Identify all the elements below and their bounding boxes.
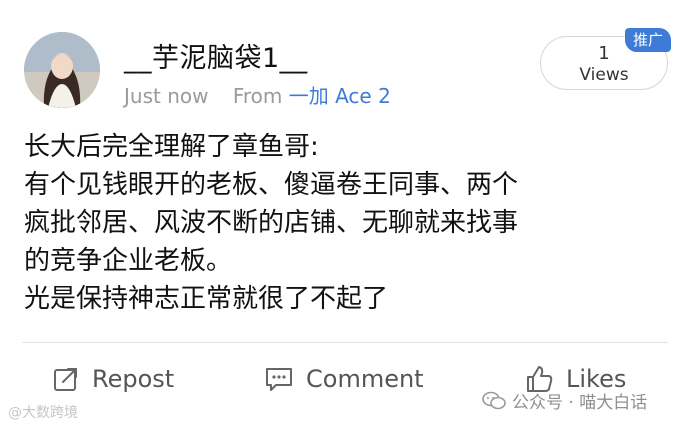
username[interactable]: __芋泥脑袋1__ — [124, 36, 308, 75]
post-meta: Just now From 一加 Ace 2 — [124, 80, 391, 109]
content-line: 光是保持神志正常就很了不起了 — [24, 284, 389, 314]
repost-button[interactable]: Repost — [52, 362, 174, 396]
content-line: 有个见钱眼开的老板、傻逼卷王同事、两个 — [24, 170, 519, 200]
promo-badge: 推广 — [625, 28, 671, 52]
watermark-right-text: 公众号 · 喵大白话 — [512, 393, 648, 413]
post-time: Just now — [124, 84, 209, 108]
comment-label: Comment — [306, 365, 424, 393]
comment-button[interactable]: Comment — [264, 362, 424, 396]
content-line: 疯批邻居、风波不断的店铺、无聊就来找事 — [24, 208, 519, 238]
from-label: From — [232, 84, 283, 108]
repost-icon — [54, 368, 77, 391]
repost-label: Repost — [92, 365, 175, 393]
watermark-left: @大数跨境 — [8, 405, 78, 421]
content-line: 长大后完全理解了章鱼哥: — [24, 132, 319, 162]
wechat-icon — [482, 391, 506, 409]
post-content: 长大后完全理解了章鱼哥: 有个见钱眼开的老板、傻逼卷王同事、两个 疯批邻居、风波… — [24, 128, 664, 318]
comment-icon — [266, 368, 292, 391]
watermark-right: 公众号 · 喵大白话 — [482, 388, 647, 413]
avatar-image — [24, 32, 100, 108]
divider — [22, 342, 668, 343]
device-name[interactable]: 一加 Ace 2 — [289, 84, 391, 108]
views-label: Views — [579, 65, 629, 85]
avatar[interactable] — [24, 32, 100, 108]
content-line: 的竞争企业老板。 — [24, 246, 233, 276]
